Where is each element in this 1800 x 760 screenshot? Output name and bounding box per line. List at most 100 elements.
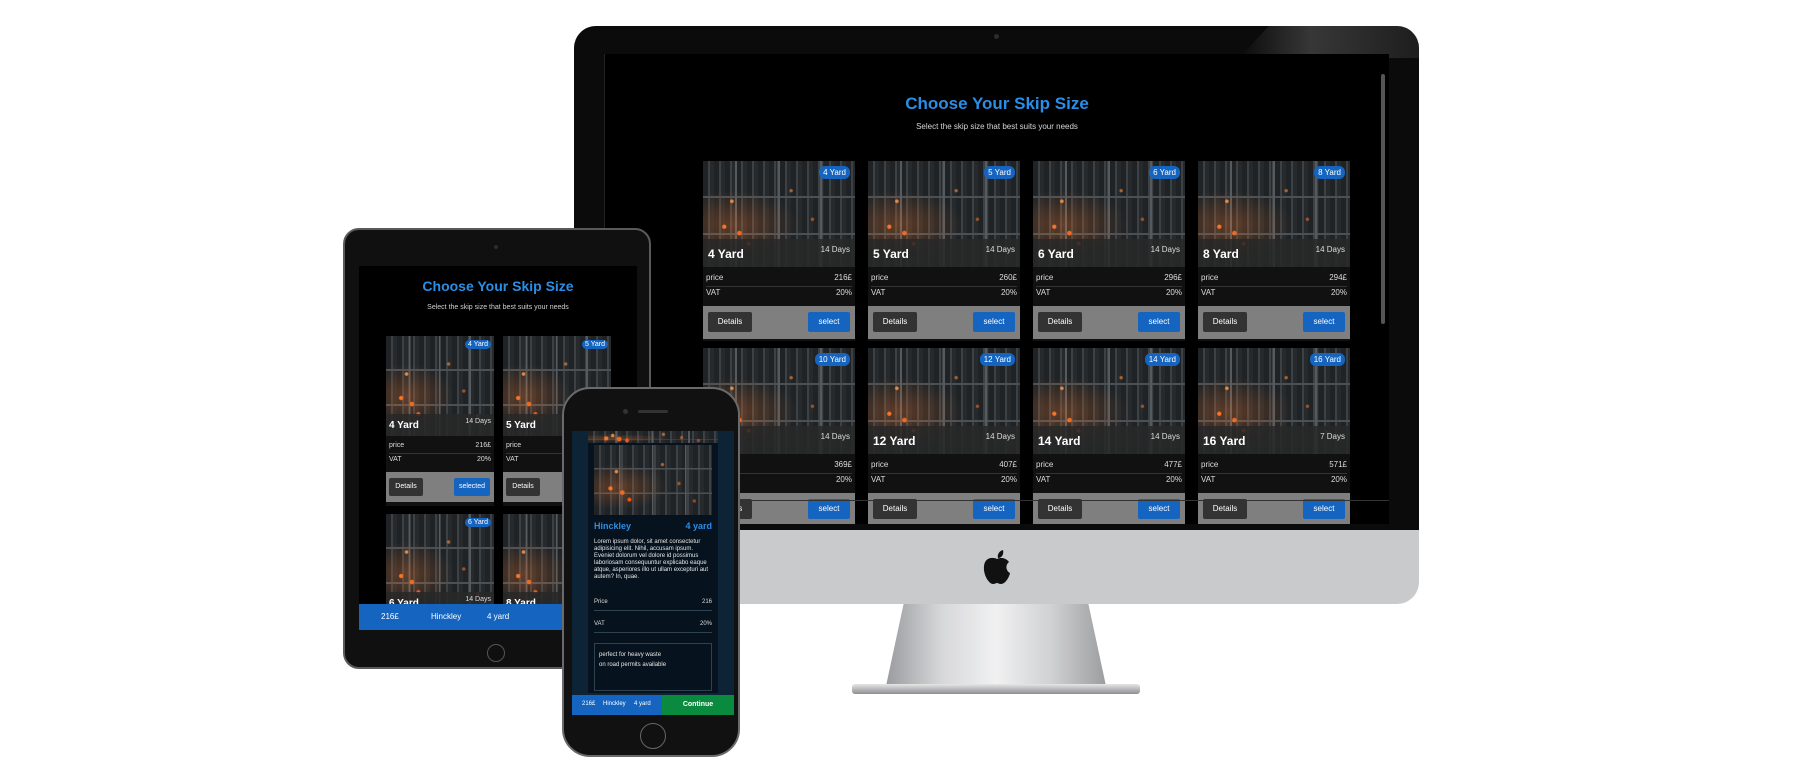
price-row: price 294£	[1201, 273, 1347, 287]
vat-row: VAT20%	[1201, 475, 1347, 484]
skip-name: 4 Yard 14 Days	[386, 414, 494, 436]
camera-icon	[994, 34, 999, 39]
size-badge: 14 Yard	[1144, 353, 1180, 366]
phone-screen: Hinckley 4 yard Lorem ipsum dolor, sit a…	[572, 431, 734, 715]
phone-frame: Hinckley 4 yard Lorem ipsum dolor, sit a…	[562, 387, 740, 757]
details-button[interactable]: Details	[1038, 312, 1082, 332]
skip-card[interactable]: 8 Yard 8 Yard 14 Days price 294£ VAT 20% De…	[1198, 161, 1350, 341]
selected-size: 4 yard	[487, 612, 510, 621]
imac-foot	[852, 684, 1140, 694]
details-button[interactable]: Details	[506, 478, 540, 496]
skip-name: 16 Yard 7 Days	[1198, 426, 1350, 454]
skip-thumbnail	[594, 445, 712, 515]
skip-name: 8 Yard 14 Days	[1198, 239, 1350, 267]
camera-icon	[494, 245, 498, 249]
skip-name: 4 Yard 14 Days	[703, 239, 855, 267]
details-button[interactable]: Details	[1203, 499, 1247, 519]
location-label: Hinckley	[594, 521, 632, 531]
imac-stand	[886, 604, 1106, 686]
details-button[interactable]: Details	[873, 499, 917, 519]
card-footer: Details select	[1198, 306, 1350, 339]
price-row: price 477£	[1036, 460, 1182, 474]
select-button[interactable]: select	[1138, 499, 1180, 519]
hire-period: 14 Days	[820, 245, 850, 254]
select-button[interactable]: select	[973, 312, 1015, 332]
scrollbar[interactable]	[1381, 74, 1385, 324]
size-badge: 4 Yard	[819, 166, 850, 179]
home-button	[487, 644, 505, 662]
skip-card[interactable]: 12 Yard 12 Yard 14 Days price 407£ VAT 20% …	[868, 348, 1020, 524]
select-button[interactable]: select	[808, 499, 850, 519]
vat-row: VAT20%	[389, 456, 491, 463]
skip-card[interactable]: 5 Yard 5 Yard 14 Days price 260£ VAT 20% De…	[868, 161, 1020, 341]
continue-button[interactable]: Continue	[662, 695, 734, 715]
skip-name: 6 Yard14 Days	[1033, 239, 1185, 267]
size-badge: 4 Yard	[465, 340, 491, 349]
vat-row: VAT20%	[594, 621, 712, 633]
card-footer: Details selected	[386, 472, 494, 502]
card-footer: Details select	[1198, 493, 1350, 524]
price-row: price 260£	[871, 273, 1017, 287]
home-button	[640, 723, 666, 749]
selected-size: 4 yard	[634, 701, 651, 707]
hire-period: 14 Days	[465, 418, 491, 425]
feature-item: on road permits available	[599, 662, 667, 668]
device-mockup-stage: Choose Your Skip Size Select the skip si…	[0, 0, 1800, 760]
size-badge: 6 Yard	[465, 518, 491, 527]
skip-card[interactable]: 4 Yard 4 Yard 14 Days price 216£ VAT 20% De…	[386, 336, 494, 506]
select-button[interactable]: select	[1303, 499, 1345, 519]
skip-card[interactable]: 6 Yard 6 Yard 14 Days price 296£ VAT 20% De…	[1033, 161, 1185, 341]
selected-location: Hinckley	[603, 701, 626, 707]
skip-card[interactable]: 16 Yard 16 Yard 7 Days price 571£ VAT 20% D…	[1198, 348, 1350, 524]
page-title: Choose Your Skip Size	[905, 94, 1089, 113]
page-subtitle: Select the skip size that best suits you…	[916, 122, 1078, 131]
vat-row: VAT20%	[1201, 288, 1347, 297]
price-row: Price 216	[594, 599, 712, 611]
price-row: price 216£	[389, 442, 491, 454]
size-badge: 5 Yard	[984, 166, 1015, 179]
select-button[interactable]: select	[808, 312, 850, 332]
feature-item: perfect for heavy waste	[599, 652, 662, 658]
price-row: price 407£	[871, 460, 1017, 474]
card-footer: Details select	[868, 306, 1020, 339]
skip-features: perfect for heavy waste on road permits …	[594, 643, 712, 691]
select-button[interactable]: select	[1138, 312, 1180, 332]
skip-name: 12 Yard 14 Days	[868, 426, 1020, 454]
card-footer: Details select	[703, 306, 855, 339]
hire-period: 14 Days	[985, 245, 1015, 254]
price-row: price 571£	[1201, 460, 1347, 474]
hire-period: 7 Days	[1320, 432, 1345, 441]
details-button[interactable]: Details	[1038, 499, 1082, 519]
size-badge: 16 Yard	[1309, 353, 1345, 366]
details-button[interactable]: Details	[1203, 312, 1247, 332]
card-footer: Details select	[1033, 306, 1185, 339]
selected-button[interactable]: selected	[454, 478, 490, 496]
selected-price: 216£	[381, 612, 399, 621]
size-badge: 8 Yard	[1314, 166, 1345, 179]
select-button[interactable]: select	[1303, 312, 1345, 332]
details-button[interactable]: Details	[708, 312, 752, 332]
size-badge: 12 Yard	[979, 353, 1015, 366]
skip-name: 5 Yard 14 Days	[868, 239, 1020, 267]
vat-row: VAT20%	[1036, 475, 1182, 484]
select-button[interactable]: select	[973, 499, 1015, 519]
vat-row: VAT20%	[871, 288, 1017, 297]
speaker-grille	[638, 410, 668, 413]
details-button[interactable]: Details	[873, 312, 917, 332]
selected-location: Hinckley	[431, 612, 462, 621]
page-subtitle: Select the skip size that best suits you…	[427, 304, 569, 311]
card-footer: Details select	[1033, 493, 1185, 524]
size-badge: 10 Yard	[814, 353, 850, 366]
hire-period: 14 Days	[1150, 245, 1180, 254]
camera-icon	[623, 409, 628, 414]
selected-price: 216£	[582, 701, 596, 707]
hire-period: 14 Days	[820, 432, 850, 441]
vat-row: VAT20%	[1036, 288, 1182, 297]
hire-period: 14 Days	[465, 596, 491, 603]
details-button[interactable]: Details	[389, 478, 423, 496]
skip-card[interactable]: 14 Yard 14 Yard 14 Days price 477£ VAT 20% …	[1033, 348, 1185, 524]
skip-details-modal: Hinckley 4 yard Lorem ipsum dolor, sit a…	[588, 431, 718, 693]
header-image	[588, 431, 718, 443]
skip-card[interactable]: 4 Yard 4 Yard 14 Days price 216£ VAT 20% De…	[703, 161, 855, 341]
page-title: Choose Your Skip Size	[422, 278, 574, 294]
